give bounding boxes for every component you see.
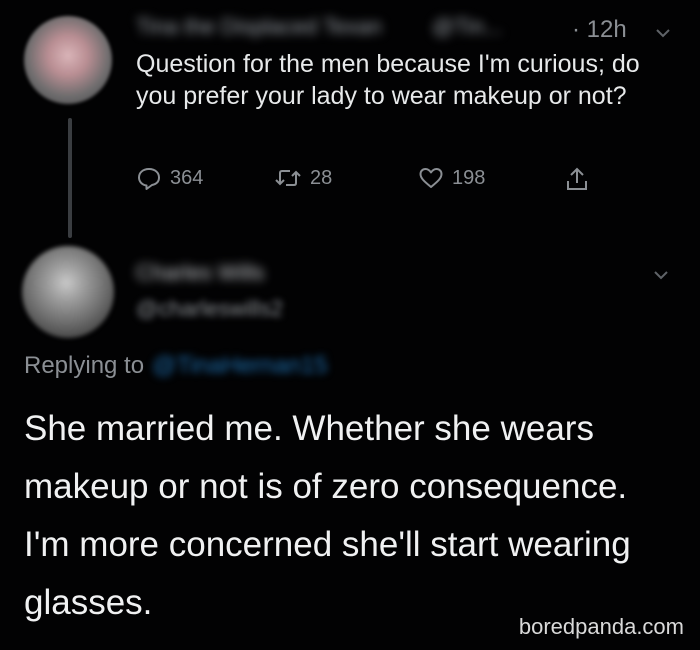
reply-count: 364 [170,166,204,189]
original-author-name[interactable]: Tina the Displaced Texan [136,14,382,40]
reply-button[interactable]: 364 [136,166,203,190]
chevron-down-icon[interactable] [654,24,672,42]
share-icon [567,167,587,190]
reply-author-handle[interactable]: @charleswills2 [136,296,283,322]
replying-to-handle-link[interactable]: @TinaHernan15 [152,352,328,380]
original-author-handle[interactable]: @Tin... [432,14,502,40]
thread-connector-line [68,118,72,238]
heart-icon [419,168,443,188]
tweet-screenshot: Tina the Displaced Texan @Tin... · 12h Q… [0,0,700,650]
original-author-avatar[interactable] [24,16,112,104]
retweet-icon [275,170,301,186]
chevron-down-icon[interactable] [652,266,670,284]
reply-author-avatar[interactable] [22,246,114,338]
like-button[interactable]: 198 [418,166,485,190]
original-tweet-text: Question for the men because I'm curious… [136,50,640,110]
tweet-timestamp[interactable]: · 12h [572,16,627,44]
like-count: 198 [452,166,486,189]
original-tweet-header: Tina the Displaced Texan @Tin... · 12h [136,10,676,46]
tweet-action-bar: 364 28 198 [136,166,616,202]
share-button[interactable] [564,166,590,192]
replying-to-label: Replying to [24,352,145,379]
retweet-button[interactable]: 28 [274,166,332,190]
comment-bubble-icon [138,168,160,190]
reply-author-name[interactable]: Charles Wills [136,260,264,286]
replying-to-line: Replying to @TinaHernan15 [24,352,328,380]
watermark: boredpanda.com [518,614,684,639]
reply-tweet-text: She married me. Whether she wears makeup… [24,409,631,622]
retweet-count: 28 [310,166,333,189]
